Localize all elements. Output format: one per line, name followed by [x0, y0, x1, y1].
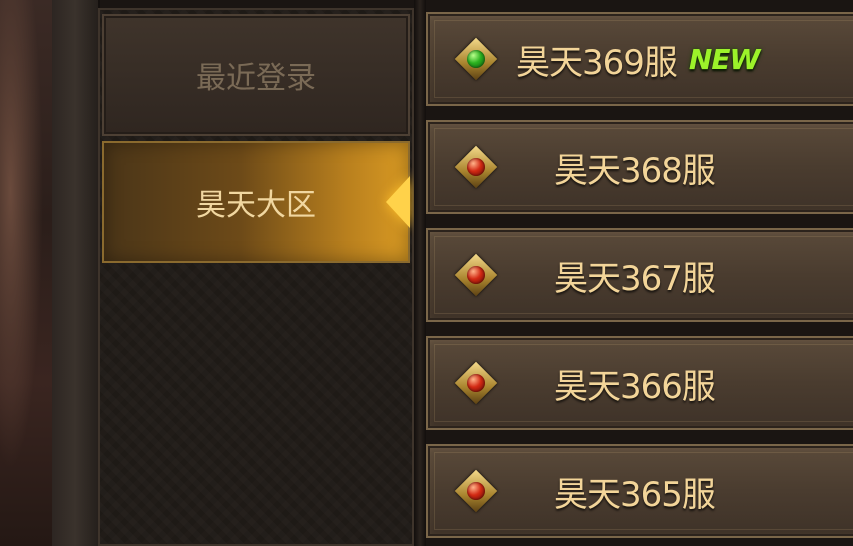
- panel-divider: [414, 0, 426, 546]
- server-list: 昊天369服 NEW 昊天368服 昊天367服 昊天366服 昊天365服: [426, 12, 853, 546]
- panel-frame: [52, 0, 100, 546]
- status-green-gem-icon: [454, 37, 498, 81]
- server-name: 昊天369服: [516, 42, 678, 83]
- server-row-369[interactable]: 昊天369服 NEW: [426, 12, 853, 106]
- selected-tab-arrow-icon: [386, 176, 410, 228]
- background-art: [0, 0, 52, 546]
- status-red-gem-icon: [454, 361, 498, 405]
- server-row-365[interactable]: 昊天365服: [426, 444, 853, 538]
- tab-haotian-region-label: 昊天大区: [196, 188, 316, 223]
- server-name: 昊天368服: [554, 150, 716, 191]
- tab-recent-login[interactable]: 最近登录: [102, 14, 410, 136]
- server-row-368[interactable]: 昊天368服: [426, 120, 853, 214]
- status-red-gem-icon: [454, 145, 498, 189]
- status-red-gem-icon: [454, 469, 498, 513]
- server-name: 昊天365服: [554, 474, 716, 515]
- server-row-366[interactable]: 昊天366服: [426, 336, 853, 430]
- tab-recent-login-label: 最近登录: [196, 61, 316, 96]
- server-row-367[interactable]: 昊天367服: [426, 228, 853, 322]
- tab-haotian-region[interactable]: 昊天大区: [102, 141, 410, 263]
- server-name: 昊天366服: [554, 366, 716, 407]
- server-name-wrap: 昊天369服 NEW: [516, 14, 760, 104]
- status-red-gem-icon: [454, 253, 498, 297]
- new-badge: NEW: [688, 42, 760, 76]
- server-name: 昊天367服: [554, 258, 716, 299]
